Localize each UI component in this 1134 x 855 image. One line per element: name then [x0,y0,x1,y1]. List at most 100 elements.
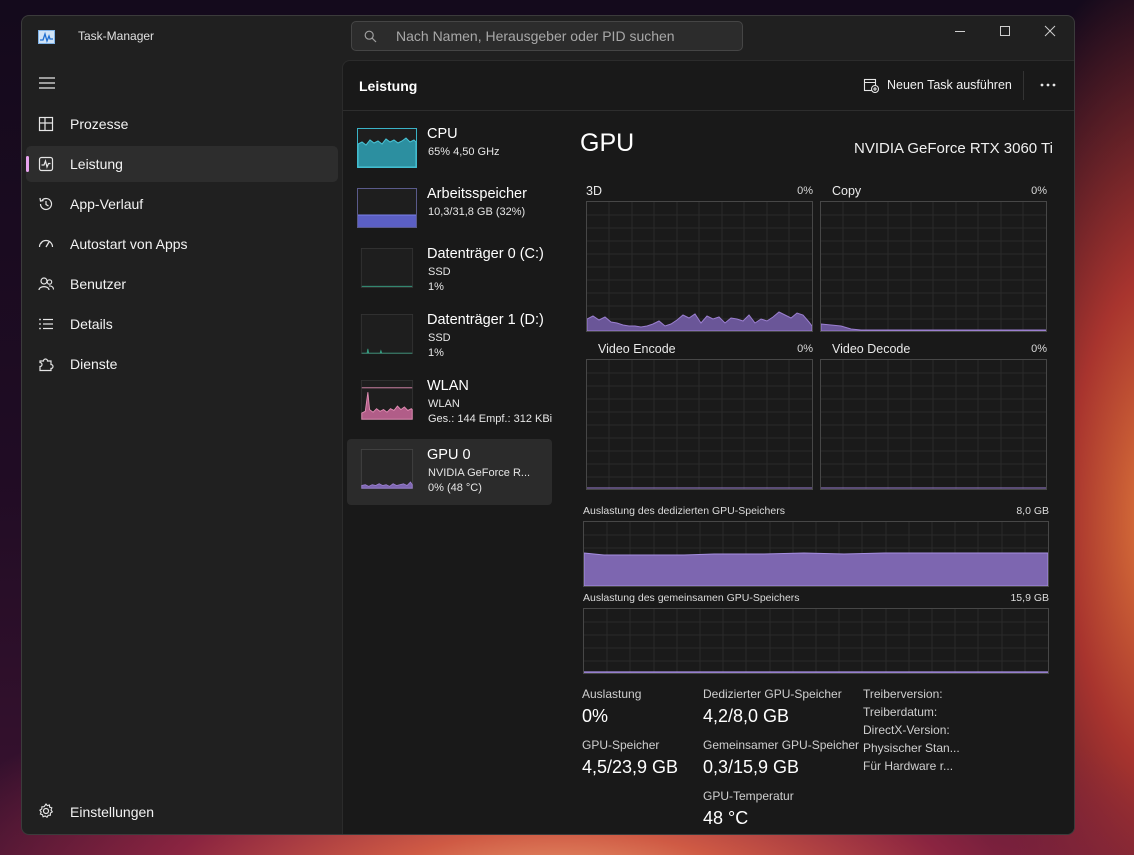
resource-usage: 1% [428,281,444,293]
resource-item-disk-0[interactable]: Datenträger 0 (C:) SSD 1% [347,241,552,307]
performance-page: Leistung Neuen Task ausführen CPU 65% 4,… [342,60,1074,834]
gpu-temperature-value: 48 °C [703,808,749,828]
search-box[interactable] [351,21,743,51]
resource-detail: 65% 4,50 GHz [428,146,500,158]
resource-detail: 10,3/31,8 GB (32%) [428,206,526,218]
sidebar-item-label: Autostart von Apps [70,236,188,252]
run-new-task-button[interactable]: Neuen Task ausführen [863,71,1012,99]
processes-icon [38,116,54,132]
task-manager-window: Task-Manager P [21,15,1075,835]
resource-usage: 1% [428,347,444,359]
sidebar-nav: Prozesse Leistung App-Verlauf Autostart … [26,106,338,386]
resource-detail: NVIDIA GeForce R... [428,467,531,479]
sidebar-item-label: Leistung [70,156,123,172]
resource-detail: SSD [428,266,451,278]
close-icon [1044,25,1056,37]
sidebar-item-leistung[interactable]: Leistung [26,146,338,182]
engine-copy-label: Copy [832,184,862,198]
maximize-button[interactable] [982,16,1028,46]
window-title: Task-Manager [78,29,155,43]
resource-name: Arbeitsspeicher [427,186,527,202]
performance-icon [38,156,54,172]
engine-3d-percent: 0% [797,185,813,197]
driver-version-label: Treiberversion: [863,687,943,701]
engine-3d-graph [586,201,813,332]
engine-video-decode-percent: 0% [1031,343,1047,355]
sidebar-item-label: Details [70,316,113,332]
resource-name: WLAN [427,378,469,394]
sidebar-item-details[interactable]: Details [26,306,338,342]
shared-memory-stat-label: Gemeinsamer GPU-Speicher [703,738,860,752]
dedicated-memory-graph [583,521,1049,587]
engine-3d-label: 3D [586,184,602,198]
resource-list: CPU 65% 4,50 GHz Arbeitsspeicher 10,3/31… [347,121,552,505]
sidebar-item-prozesse[interactable]: Prozesse [26,106,338,142]
resource-throughput: Ges.: 144 Empf.: 312 KBi [428,413,553,425]
dedicated-memory-stat-value: 4,2/8,0 GB [703,706,790,726]
hamburger-menu-icon[interactable] [38,76,56,90]
resource-detail: SSD [428,332,451,344]
memory-thumbnail-graph [357,188,417,228]
sidebar-item-label: Dienste [70,356,118,372]
directx-version-label: DirectX-Version: [863,723,950,737]
resource-usage: 0% (48 °C) [428,482,482,494]
engine-video-decode-graph [820,359,1047,490]
gear-icon [39,803,54,818]
resource-item-gpu-0[interactable]: GPU 0 NVIDIA GeForce R... 0% (48 °C) [347,439,552,505]
sidebar-item-label: Prozesse [70,116,129,132]
header-divider [1023,71,1024,100]
minimize-icon [955,31,965,32]
wlan-thumbnail-graph [360,380,414,420]
disk-1-thumbnail-graph [360,314,414,354]
gpu-model-name: NVIDIA GeForce RTX 3060 Ti [854,140,1053,157]
gpu-temperature-label: GPU-Temperatur [703,789,794,803]
sidebar-item-app-verlauf[interactable]: App-Verlauf [26,186,338,222]
resource-name: Datenträger 1 (D:) [427,312,544,328]
sidebar-item-autostart[interactable]: Autostart von Apps [26,226,338,262]
utilization-label: Auslastung [582,687,642,701]
puzzle-icon [39,358,54,372]
engine-video-encode-graph [586,359,813,490]
resource-item-memory[interactable]: Arbeitsspeicher 10,3/31,8 GB (32%) [347,181,552,241]
utilization-value: 0% [582,706,609,726]
driver-date-label: Treiberdatum: [863,705,938,719]
gpu-thumbnail-graph [360,449,414,489]
resource-name: CPU [427,126,458,142]
minimize-button[interactable] [937,16,983,46]
sidebar-item-dienste[interactable]: Dienste [26,346,338,382]
resource-item-wlan[interactable]: WLAN WLAN Ges.: 144 Empf.: 312 KBi [347,373,552,439]
sidebar-item-einstellungen[interactable]: Einstellungen [26,793,338,829]
more-icon [1040,83,1056,87]
users-icon [38,277,55,291]
search-input[interactable] [396,22,726,50]
resource-name: GPU 0 [427,447,471,463]
run-task-icon [863,78,879,93]
sidebar-item-label: App-Verlauf [70,196,144,212]
close-button[interactable] [1027,16,1073,46]
hardware-reserved-label: Für Hardware r... [863,759,954,773]
speedometer-icon [38,239,54,248]
shared-memory-label: Auslastung des gemeinsamen GPU-Speichers [583,592,800,604]
task-manager-app-icon [38,30,55,44]
resource-detail: WLAN [428,398,460,410]
engine-video-encode-label: Video Encode [598,342,676,356]
history-icon [39,197,53,211]
resource-name: Datenträger 0 (C:) [427,246,544,262]
dedicated-memory-stat-label: Dedizierter GPU-Speicher [703,687,842,701]
dedicated-memory-label: Auslastung des dedizierten GPU-Speichers [583,505,785,517]
search-icon [364,30,377,43]
settings-label: Einstellungen [70,804,155,820]
resource-item-cpu[interactable]: CPU 65% 4,50 GHz [347,121,552,181]
shared-memory-max: 15,9 GB [1010,592,1049,604]
engine-video-decode-label: Video Decode [832,342,911,356]
sidebar-item-benutzer[interactable]: Benutzer [26,266,338,302]
engine-copy-graph [820,201,1047,332]
maximize-icon [1000,26,1010,36]
page-header: Leistung Neuen Task ausführen [343,61,1074,111]
more-options-button[interactable] [1033,71,1063,99]
resource-item-disk-1[interactable]: Datenträger 1 (D:) SSD 1% [347,307,552,373]
cpu-thumbnail-graph [357,128,417,168]
engine-video-encode-percent: 0% [797,343,813,355]
shared-memory-stat-value: 0,3/15,9 GB [703,757,800,777]
dedicated-memory-max: 8,0 GB [1016,505,1049,517]
